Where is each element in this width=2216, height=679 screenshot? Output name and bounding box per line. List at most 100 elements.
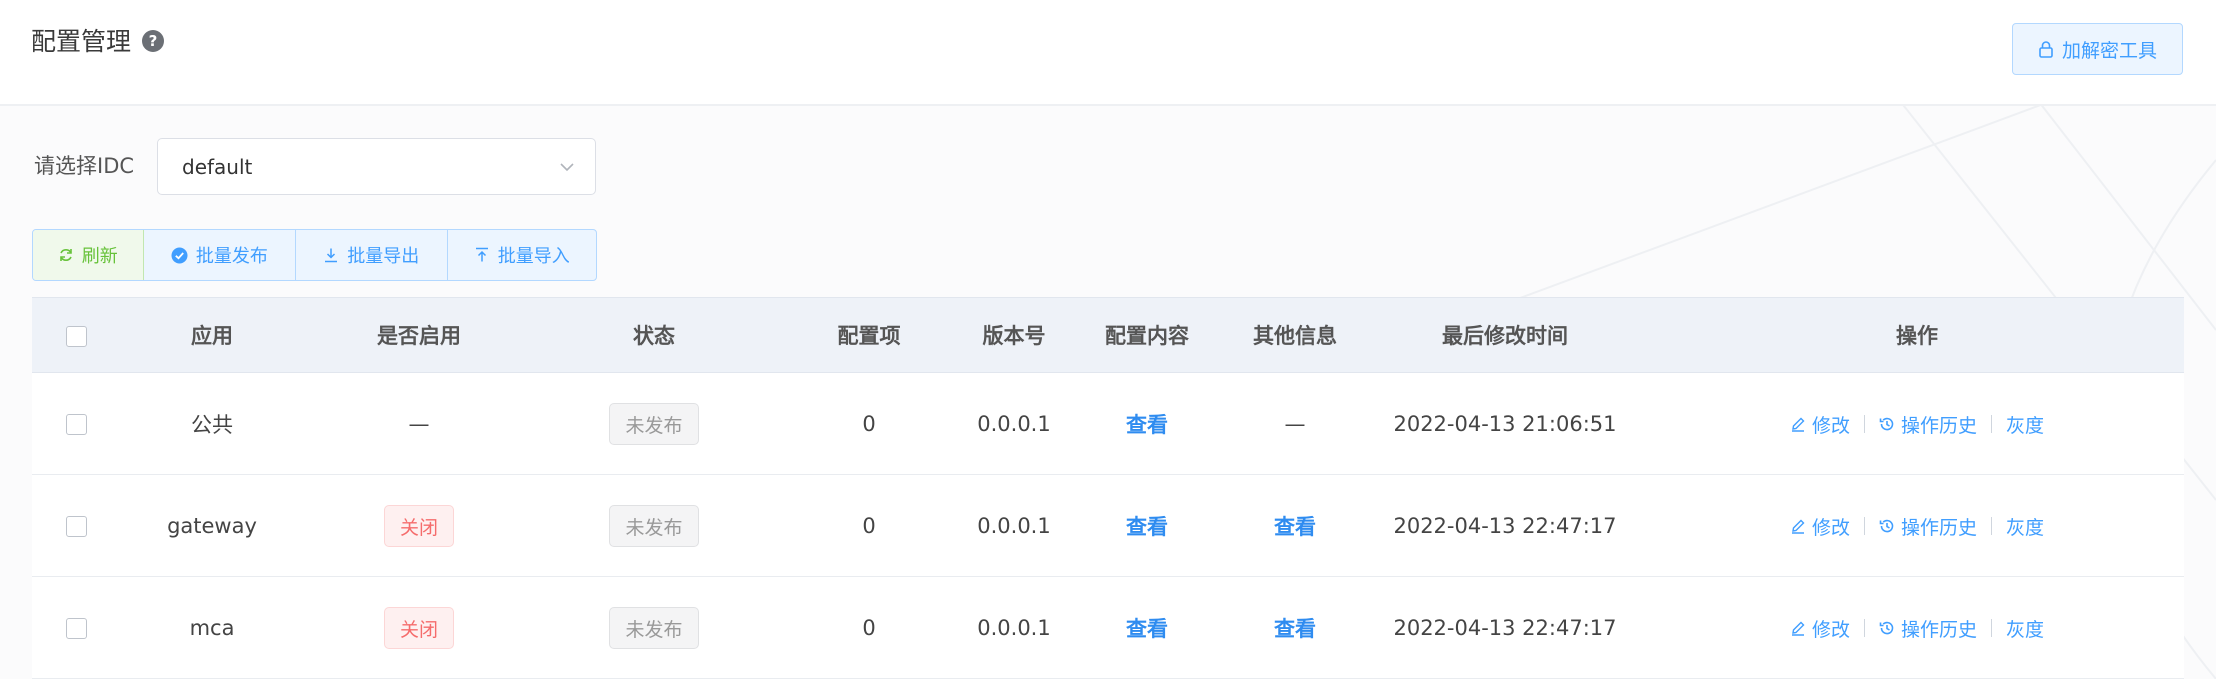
history-icon	[1879, 519, 1894, 533]
history-icon	[1879, 621, 1894, 635]
batch-publish-label: 批量发布	[195, 246, 268, 267]
enabled-cell: 关闭	[304, 577, 534, 679]
content-cell: 查看	[1064, 577, 1230, 679]
lock-icon	[2039, 41, 2053, 58]
action-divider	[1991, 619, 1992, 637]
app-name: gateway	[167, 514, 257, 538]
history-link[interactable]: 操作历史	[1879, 615, 1977, 642]
column-header-enabled: 是否启用	[377, 324, 461, 348]
batch-toolbar: 刷新 批量发布 批量导出 批量导入	[32, 229, 597, 281]
check-circle-icon	[171, 247, 188, 263]
history-link[interactable]: 操作历史	[1879, 513, 1977, 540]
encrypt-tool-label: 加解密工具	[2061, 39, 2157, 62]
page-header: 配置管理 ? 加解密工具	[0, 0, 2216, 106]
column-header-content: 配置内容	[1105, 324, 1189, 348]
page-title: 配置管理	[31, 27, 132, 56]
actions-cell: 修改 操作历史 灰度	[1650, 577, 2184, 679]
gray-release-link[interactable]: 灰度	[2006, 513, 2044, 540]
select-all-checkbox[interactable]	[65, 325, 87, 347]
table-row: mca 关闭 未发布 0 0.0.0.1 查看 查看 2022-04-13 22…	[32, 577, 2184, 679]
idc-select[interactable]: default	[157, 138, 596, 195]
column-header-items: 配置项	[837, 324, 901, 348]
view-other-info-link[interactable]: 查看	[1274, 613, 1316, 643]
batch-publish-button[interactable]: 批量发布	[144, 230, 297, 280]
action-divider	[1863, 517, 1865, 535]
edit-icon	[1791, 621, 1805, 636]
idc-selected-value: default	[182, 155, 253, 179]
history-link[interactable]: 操作历史	[1879, 411, 1977, 438]
refresh-button[interactable]: 刷新	[33, 230, 144, 280]
enabled-value: —	[408, 412, 430, 436]
status-badge: 未发布	[609, 505, 699, 547]
app-name: 公共	[191, 413, 233, 437]
actions-cell: 修改 操作历史 灰度	[1650, 373, 2184, 475]
other-info-value: —	[1284, 412, 1306, 436]
batch-export-button[interactable]: 批量导出	[296, 230, 448, 280]
modified-time: 2022-04-13 21:06:51	[1393, 412, 1617, 436]
row-checkbox[interactable]	[65, 617, 87, 639]
status-badge: 未发布	[609, 403, 699, 445]
row-checkbox[interactable]	[65, 515, 87, 537]
row-select-cell	[32, 373, 120, 475]
edit-icon	[1791, 417, 1805, 432]
batch-import-button[interactable]: 批量导入	[448, 230, 596, 280]
other-info-cell: 查看	[1230, 475, 1360, 577]
version-value: 0.0.0.1	[977, 616, 1051, 640]
idc-label: 请选择IDC	[34, 154, 135, 178]
action-divider	[1863, 619, 1865, 637]
view-content-link[interactable]: 查看	[1126, 613, 1168, 643]
table-header: 应用 是否启用 状态 配置项 版本号 配置内容 其他信息 最后修改时间 操作	[32, 297, 2184, 373]
refresh-label: 刷新	[81, 246, 118, 267]
edit-icon	[1791, 519, 1805, 534]
download-icon	[325, 248, 338, 263]
content-cell: 查看	[1064, 475, 1230, 577]
chevron-down-icon	[560, 163, 574, 172]
row-select-cell	[32, 577, 120, 679]
history-label: 操作历史	[1900, 618, 1977, 641]
edit-label: 修改	[1811, 618, 1850, 641]
modified-time: 2022-04-13 22:47:17	[1393, 616, 1617, 640]
view-other-info-link[interactable]: 查看	[1274, 511, 1316, 541]
view-content-link[interactable]: 查看	[1126, 511, 1168, 541]
column-header-status: 状态	[633, 324, 675, 348]
column-header-app: 应用	[191, 324, 233, 348]
row-checkbox[interactable]	[65, 413, 87, 435]
action-divider	[1991, 517, 1992, 535]
history-label: 操作历史	[1900, 516, 1977, 539]
row-select-cell	[32, 475, 120, 577]
edit-link[interactable]: 修改	[1790, 411, 1850, 438]
version-value: 0.0.0.1	[977, 514, 1051, 538]
column-header-modified: 最后修改时间	[1442, 324, 1568, 348]
view-content-link[interactable]: 查看	[1126, 409, 1168, 439]
config-management-page: 配置管理 ? 加解密工具 请选择IDC default 刷新 批量发布 批量导出…	[0, 0, 2216, 679]
edit-label: 修改	[1811, 414, 1850, 437]
table-row: 公共 — 未发布 0 0.0.0.1 查看 — 2022-04-13 21:06…	[32, 373, 2184, 475]
actions-cell: 修改 操作历史 灰度	[1650, 475, 2184, 577]
config-table: 应用 是否启用 状态 配置项 版本号 配置内容 其他信息 最后修改时间 操作 公…	[32, 297, 2184, 679]
help-icon[interactable]: ?	[142, 30, 164, 52]
edit-label: 修改	[1811, 516, 1850, 539]
edit-link[interactable]: 修改	[1790, 513, 1850, 540]
encrypt-tool-button[interactable]: 加解密工具	[2012, 23, 2183, 75]
batch-export-label: 批量导出	[347, 246, 420, 267]
app-name: mca	[189, 616, 235, 640]
enabled-cell: 关闭	[304, 475, 534, 577]
other-info-cell: 查看	[1230, 577, 1360, 679]
edit-link[interactable]: 修改	[1790, 615, 1850, 642]
action-divider	[1863, 415, 1865, 433]
modified-time: 2022-04-13 22:47:17	[1393, 514, 1617, 538]
version-value: 0.0.0.1	[977, 412, 1051, 436]
gray-release-link[interactable]: 灰度	[2006, 615, 2044, 642]
select-all-cell	[32, 298, 120, 374]
enabled-badge: 关闭	[383, 505, 454, 547]
history-icon	[1879, 417, 1894, 431]
content-cell: 查看	[1064, 373, 1230, 475]
enabled-badge: 关闭	[383, 607, 454, 649]
column-header-version: 版本号	[982, 324, 1046, 348]
config-item-count: 0	[862, 514, 876, 538]
upload-icon	[475, 247, 488, 262]
status-badge: 未发布	[609, 607, 699, 649]
gray-release-link[interactable]: 灰度	[2006, 411, 2044, 438]
column-header-actions: 操作	[1896, 324, 1938, 348]
config-item-count: 0	[862, 616, 876, 640]
